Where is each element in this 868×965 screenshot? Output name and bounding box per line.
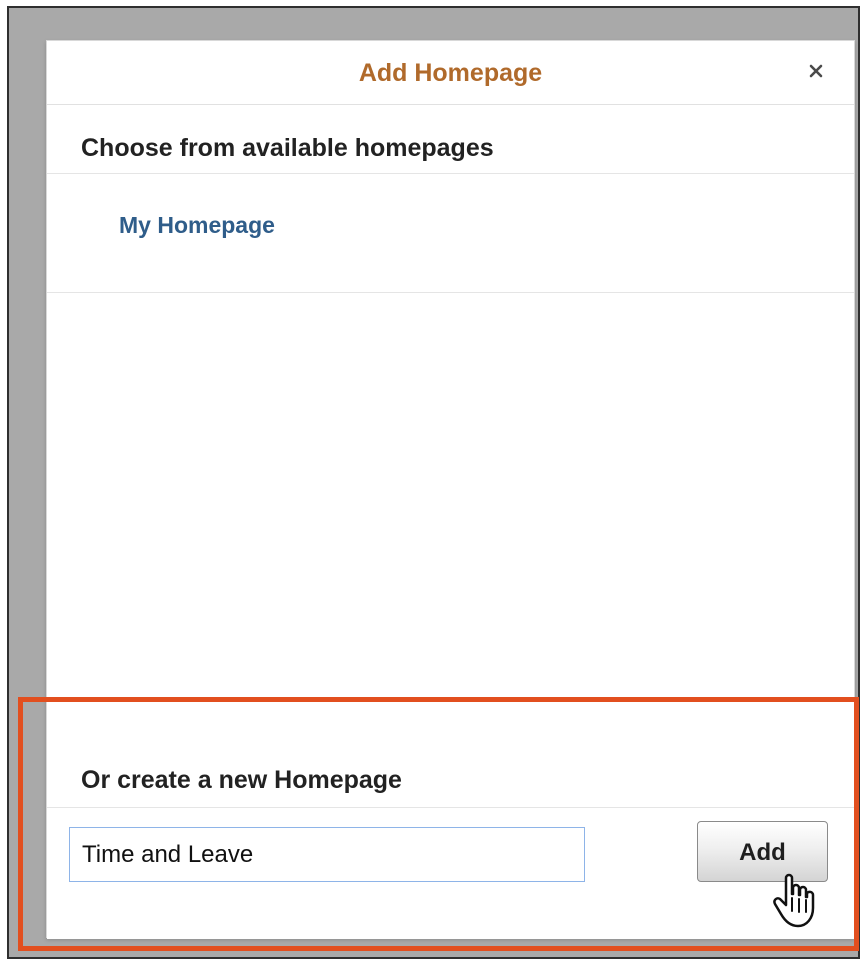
create-homepage-section: Or create a new Homepage Add xyxy=(47,735,854,939)
add-button[interactable]: Add xyxy=(697,821,828,882)
close-icon xyxy=(808,63,824,79)
create-homepage-heading: Or create a new Homepage xyxy=(81,766,402,794)
homepage-option-my-homepage[interactable]: My Homepage xyxy=(119,209,275,241)
homepage-list-divider xyxy=(47,292,854,293)
homepage-name-input[interactable] xyxy=(69,827,585,882)
choose-heading-divider xyxy=(47,173,854,174)
add-homepage-dialog: Add Homepage Choose from available homep… xyxy=(46,40,855,939)
screenshot-frame: Add Homepage Choose from available homep… xyxy=(7,6,860,959)
close-button[interactable] xyxy=(802,57,830,85)
choose-homepages-heading: Choose from available homepages xyxy=(81,134,494,162)
dialog-header: Add Homepage xyxy=(47,41,854,105)
dialog-title: Add Homepage xyxy=(358,59,543,87)
create-heading-divider xyxy=(47,807,854,808)
